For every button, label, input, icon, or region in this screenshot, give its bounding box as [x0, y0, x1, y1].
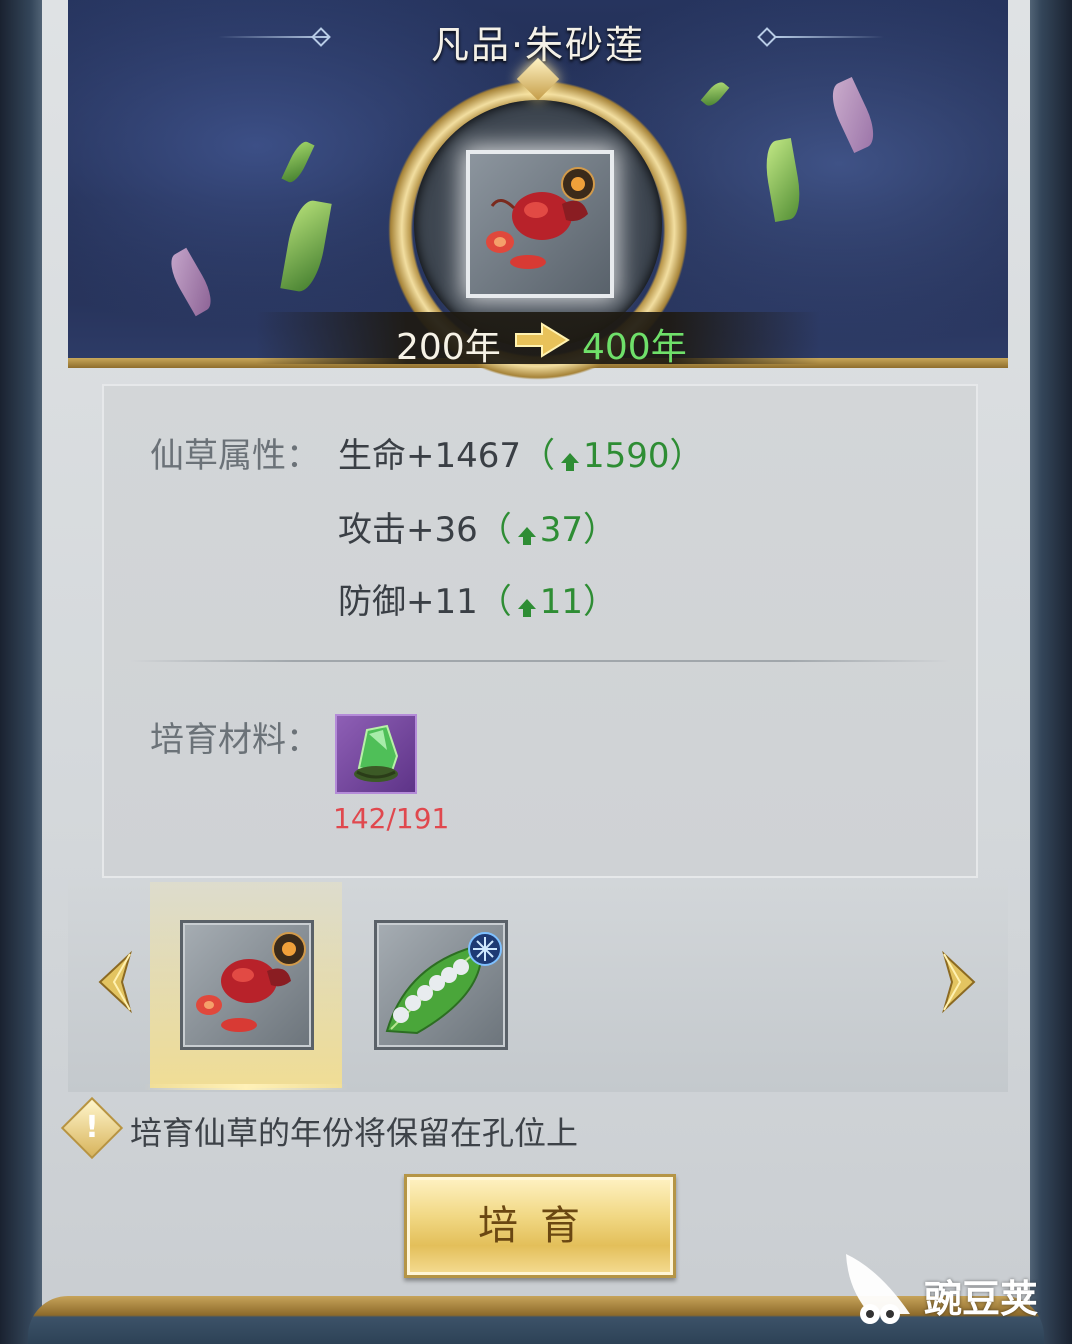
stat-hp: 生命+1467（ 1590）: [338, 428, 704, 477]
floating-petal: [163, 247, 219, 317]
floating-petal: [824, 76, 882, 154]
stat-open-paren: （: [477, 582, 512, 622]
stat-close-paren: ）: [583, 510, 618, 550]
stat-open-paren: （: [521, 436, 556, 476]
wandoujia-logo-icon: [846, 1254, 910, 1324]
leaf-silkworm-herb-icon: [385, 932, 502, 1035]
increase-arrow-icon: [517, 527, 536, 545]
stat-close-paren: ）: [583, 582, 618, 622]
cinnabar-lotus-herb-icon: [486, 167, 595, 269]
floating-leaf: [761, 138, 805, 222]
next-arrow-button[interactable]: [940, 950, 980, 1014]
current-herb-slot: [470, 154, 610, 294]
stat-next-value: 1590: [583, 436, 670, 476]
stat-attack: 攻击+36（ 37）: [338, 502, 617, 551]
floating-leaf: [281, 138, 315, 186]
stat-value: 攻击+36: [338, 510, 478, 550]
selected-underline: [144, 1084, 348, 1090]
section-divider: [130, 660, 950, 662]
increase-arrow-icon: [561, 453, 580, 471]
stat-defense: 防御+11（ 11）: [338, 574, 617, 623]
arrow-right-icon: [515, 322, 570, 358]
stat-next-value: 11: [539, 582, 584, 622]
attribute-label: 仙草属性：: [150, 436, 320, 476]
prev-arrow-button[interactable]: [94, 950, 134, 1014]
herb-slot-selected[interactable]: [180, 920, 314, 1050]
material-slot[interactable]: [335, 714, 417, 794]
stat-value: 防御+11: [338, 582, 478, 622]
increase-arrow-icon: [517, 599, 536, 617]
exclamation-icon: !: [85, 1110, 99, 1145]
material-count: 142/191: [333, 802, 450, 835]
stat-value: 生命+1467: [338, 436, 522, 476]
current-year: 200年: [396, 327, 501, 368]
floating-leaf: [700, 78, 730, 110]
cultivate-button[interactable]: 培育: [404, 1174, 676, 1278]
material-label: 培育材料：: [150, 720, 320, 760]
stat-next-value: 37: [539, 510, 584, 550]
left-border: [0, 0, 44, 1344]
herb-slot[interactable]: [374, 920, 508, 1050]
stat-open-paren: （: [477, 510, 512, 550]
green-jade-stone-icon: [354, 724, 399, 782]
right-border: [1028, 0, 1072, 1344]
watermark-text: 豌豆荚: [924, 1277, 1039, 1321]
notice-text: 培育仙草的年份将保留在孔位上: [130, 1114, 579, 1152]
floating-leaf: [280, 197, 332, 295]
target-year: 400年: [582, 327, 687, 368]
cinnabar-lotus-herb-icon: [196, 932, 306, 1032]
stat-close-paren: ）: [669, 436, 704, 476]
